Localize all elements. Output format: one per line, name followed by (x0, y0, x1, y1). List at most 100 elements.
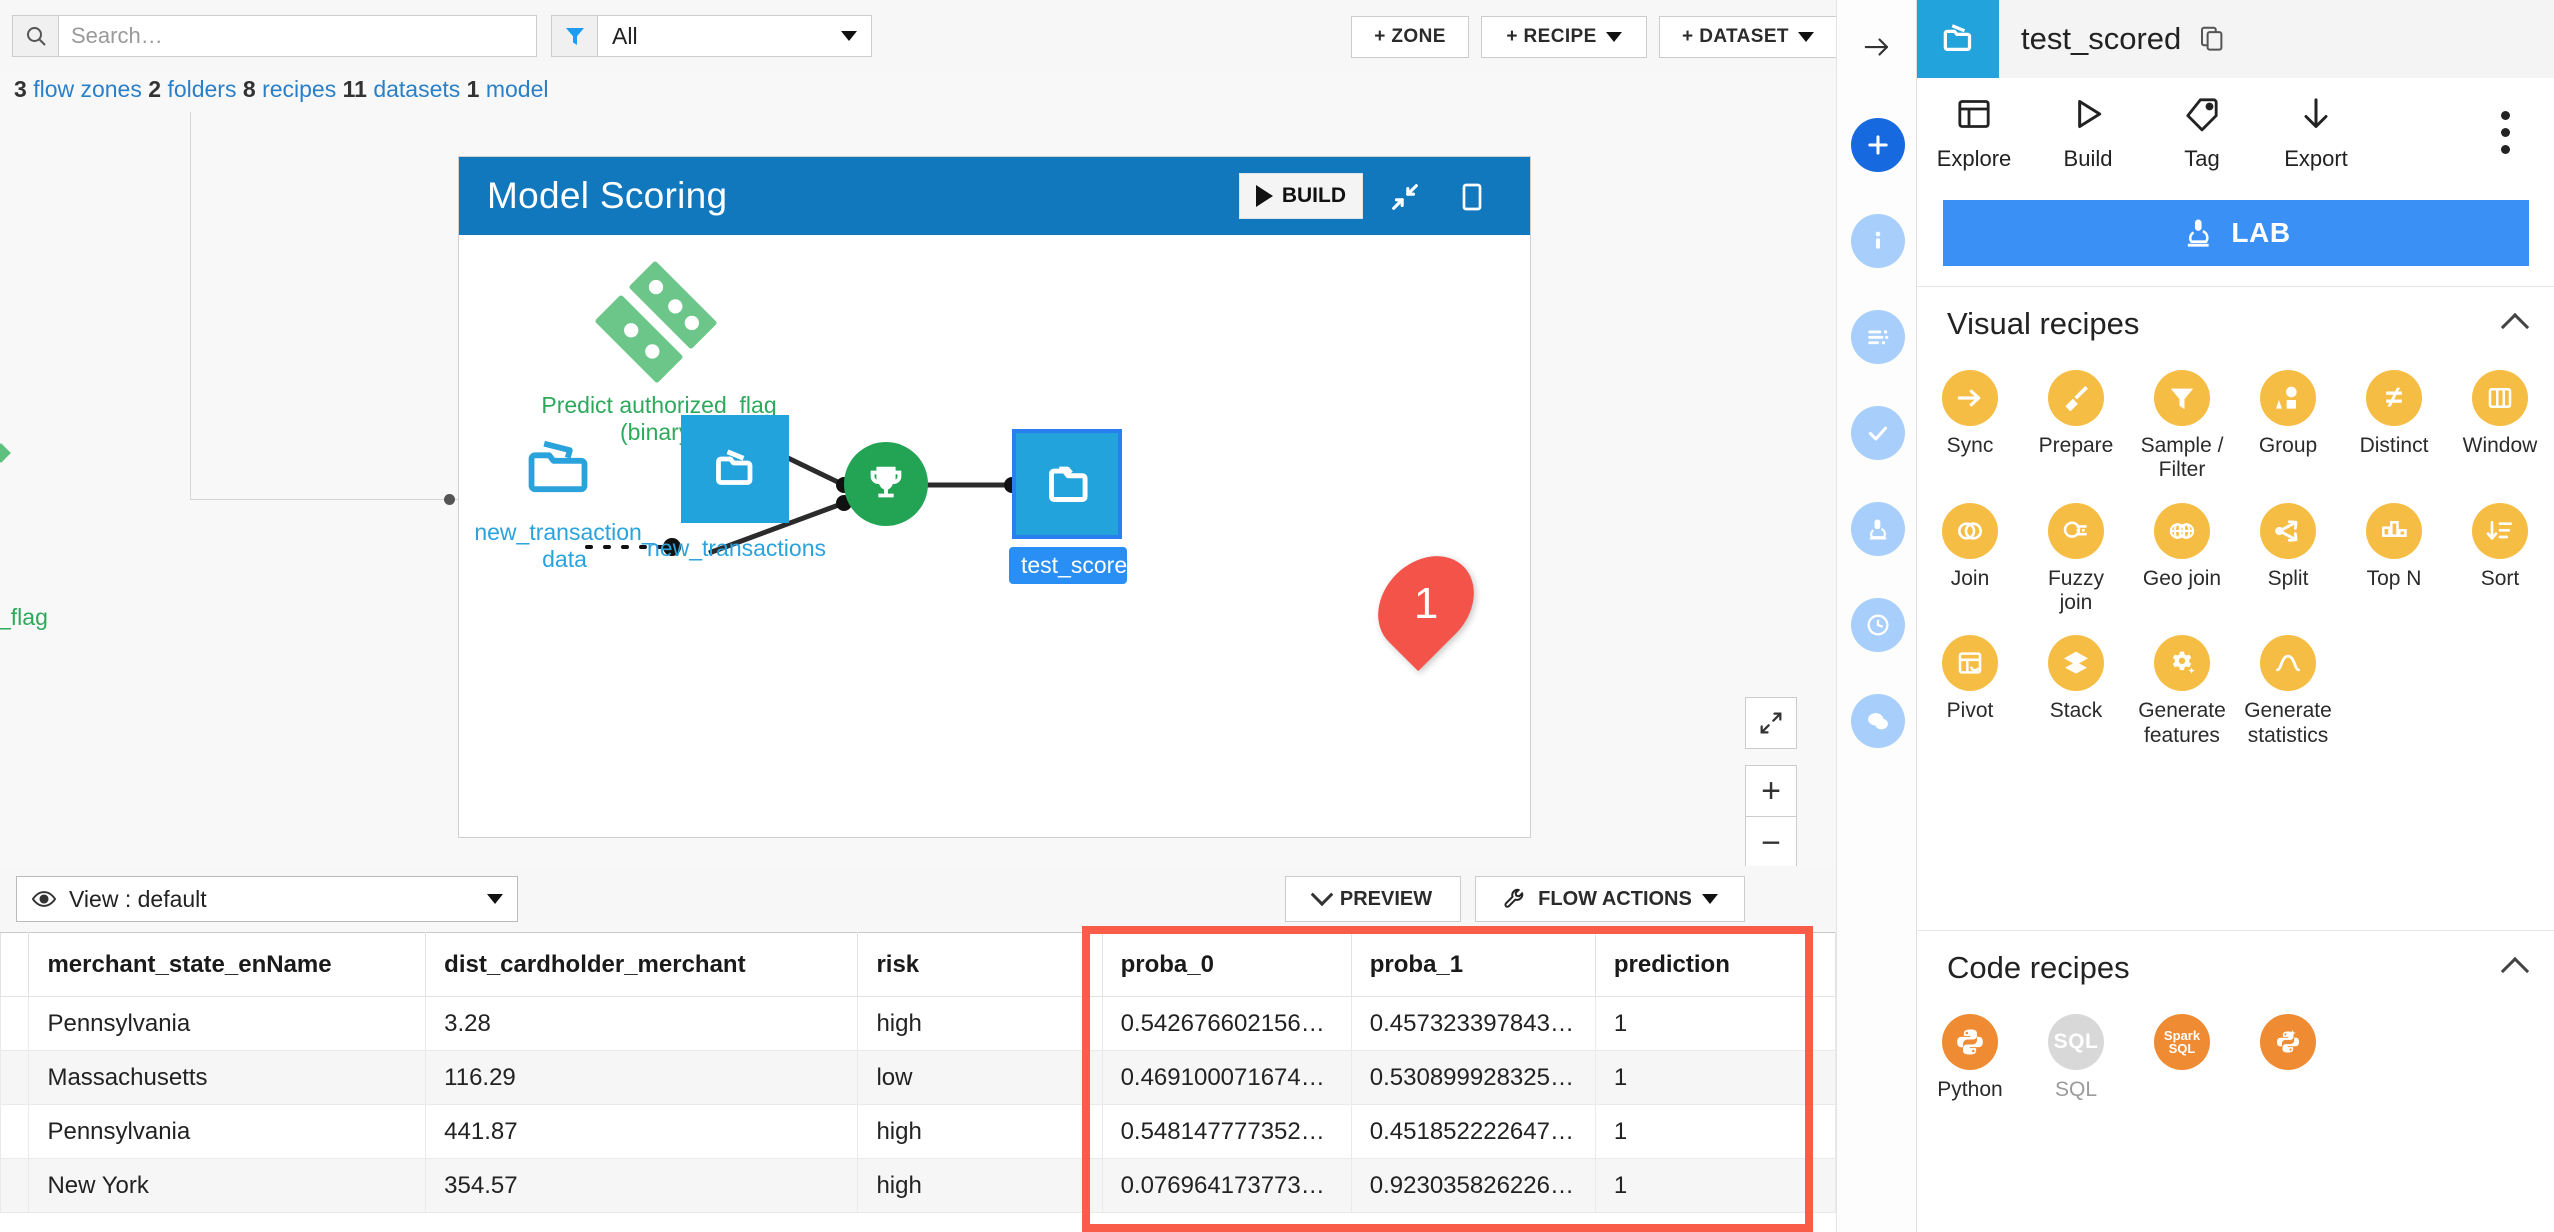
recipe-prepare[interactable]: Prepare (2023, 360, 2129, 483)
table-row[interactable]: Pennsylvania 3.28 high 0.5426766021563… … (0, 996, 1836, 1051)
more-vertical-icon[interactable] (2485, 104, 2525, 160)
model-link[interactable]: model (486, 76, 549, 102)
add-recipe-button[interactable]: + RECIPE (1481, 16, 1647, 58)
add-dataset-button[interactable]: + DATASET (1659, 16, 1837, 58)
table-row[interactable]: New York 354.57 high 0.0769641737732… 0.… (0, 1158, 1836, 1213)
zoom-in-button[interactable]: + (1745, 765, 1797, 817)
filter-dropdown[interactable]: All (551, 15, 872, 57)
recipe-sync[interactable]: Sync (1917, 360, 2023, 483)
rail-discussions-icon[interactable] (1851, 694, 1905, 748)
recipe-distinct[interactable]: ≠ Distinct (2341, 360, 2447, 483)
recipes-link[interactable]: recipes (262, 76, 336, 102)
recipe-sort[interactable]: Sort (2447, 493, 2553, 616)
recipe-stack[interactable]: Stack (2023, 625, 2129, 748)
datasets-link[interactable]: datasets (373, 76, 460, 102)
zoom-out-label: − (1761, 823, 1781, 862)
view-select[interactable]: View : default (16, 876, 518, 922)
table-cell: high (857, 1158, 1103, 1213)
recipe-label: Top N (2366, 566, 2422, 590)
column-header[interactable]: proba_0 (1101, 932, 1352, 997)
recipe-python[interactable]: Python (1917, 1004, 2023, 1102)
table-row[interactable]: Massachusetts 116.29 low 0.4691000716747… (0, 1050, 1836, 1105)
collapse-arrows-icon[interactable] (1385, 177, 1425, 217)
folder-dataset-icon (1917, 0, 1999, 78)
score-recipe-node[interactable] (844, 442, 928, 526)
recipe-generate-statistics[interactable]: Generate statistics (2235, 625, 2341, 748)
recipe-top-n[interactable]: Top N (2341, 493, 2447, 616)
folder-node-new-transaction-data[interactable] (509, 419, 619, 519)
recipe-fuzzy-join[interactable]: Fuzzy join (2023, 493, 2129, 616)
recipe-generate-features[interactable]: Generate features (2129, 625, 2235, 748)
recipe-spark-sql[interactable]: Spark SQL (2129, 1004, 2235, 1102)
dataset-preview-table[interactable]: merchant_state_enName dist_cardholder_me… (0, 932, 1836, 1232)
recipe-label: Prepare (2038, 434, 2114, 457)
recipe-group[interactable]: Group (2235, 360, 2341, 483)
zoom-out-button[interactable]: − (1745, 817, 1797, 869)
fit-screen-icon[interactable] (1745, 697, 1797, 749)
recipe-pivot[interactable]: Pivot (1917, 625, 2023, 748)
recipe-window[interactable]: Window (2447, 360, 2553, 483)
chevron-down-icon (1797, 32, 1814, 42)
column-header[interactable]: merchant_state_enName (28, 932, 427, 997)
table-header-row: merchant_state_enName dist_cardholder_me… (0, 932, 1836, 997)
view-select-label: View : default (69, 885, 207, 912)
rail-plus-icon[interactable] (1851, 118, 1905, 172)
model-node-predict-authorized-flag[interactable] (591, 257, 721, 387)
recipe-pyspark[interactable] (2235, 1004, 2341, 1102)
chevron-up-icon[interactable] (2500, 956, 2530, 986)
add-zone-label: + ZONE (1374, 26, 1446, 47)
flow-zones-link[interactable]: flow zones (33, 76, 142, 102)
filter-value: All (612, 22, 638, 49)
flow-zone-model-scoring[interactable]: Model Scoring BUILD Predict authorized_f… (458, 156, 1531, 838)
zone-build-button[interactable]: BUILD (1238, 173, 1363, 219)
recipe-sample-filter[interactable]: Sample / Filter (2129, 360, 2235, 483)
explore-button[interactable]: Explore (1917, 94, 2031, 172)
search-box[interactable] (12, 15, 537, 57)
folders-link[interactable]: folders (167, 76, 236, 102)
column-header[interactable]: proba_1 (1350, 932, 1596, 997)
venn-circles-icon (1942, 502, 1998, 559)
recipe-sql[interactable]: SQL SQL (2023, 1004, 2129, 1102)
rail-info-icon[interactable] (1851, 214, 1905, 268)
flow-zone-title: Model Scoring (487, 175, 728, 216)
rail-check-circle-icon[interactable] (1851, 406, 1905, 460)
column-header[interactable]: risk (857, 932, 1103, 997)
build-button[interactable]: Build (2031, 94, 2145, 172)
table-cell: low (857, 1050, 1103, 1105)
flow-canvas[interactable]: _flag Model Scoring BUILD Predict author… (0, 112, 1836, 872)
column-header[interactable]: prediction (1594, 932, 1836, 997)
rail-details-list-icon[interactable] (1851, 310, 1905, 364)
filter-select[interactable]: All (597, 15, 872, 57)
flow-actions-label: FLOW ACTIONS (1538, 887, 1692, 910)
column-header[interactable]: dist_cardholder_merchant (425, 932, 859, 997)
explore-label: Explore (1936, 146, 2012, 171)
recipe-label: Split (2267, 566, 2309, 590)
arrow-right-icon[interactable] (1847, 22, 1907, 72)
flow-actions-button[interactable]: FLOW ACTIONS (1475, 876, 1745, 922)
lab-button[interactable]: LAB (1943, 200, 2529, 266)
export-button[interactable]: Export (2259, 94, 2373, 172)
add-recipe-label: + RECIPE (1506, 26, 1597, 47)
table-row[interactable]: Pennsylvania 441.87 high 0.5481477773522… (0, 1104, 1836, 1159)
recipe-join[interactable]: Join (1917, 493, 2023, 616)
add-zone-button[interactable]: + ZONE (1351, 16, 1469, 58)
copy-icon[interactable] (2197, 24, 2227, 54)
funnel-icon[interactable] (551, 15, 597, 57)
code-recipes-grid: Python SQL SQL Spark SQL (1917, 1004, 2554, 1112)
zone-build-label: BUILD (1281, 184, 1346, 207)
preview-button[interactable]: PREVIEW (1285, 876, 1461, 922)
flow-zone-header: Model Scoring BUILD (459, 157, 1530, 235)
recipe-geo-join[interactable]: Geo join (2129, 493, 2235, 616)
rail-history-clock-icon[interactable] (1851, 598, 1905, 652)
visual-recipes-section-header[interactable]: Visual recipes (1917, 286, 2554, 360)
maximize-icon[interactable] (1452, 177, 1492, 217)
dataset-node-test-scored[interactable] (1012, 429, 1122, 539)
search-icon[interactable] (12, 15, 58, 57)
rail-lab-microscope-icon[interactable] (1851, 502, 1905, 556)
tag-button[interactable]: Tag (2145, 94, 2259, 172)
dataset-node-new-transactions[interactable] (681, 415, 789, 523)
search-input[interactable] (58, 15, 537, 57)
code-recipes-section-header[interactable]: Code recipes (1917, 930, 2554, 1004)
chevron-up-icon[interactable] (2500, 312, 2530, 342)
recipe-split[interactable]: Split (2235, 493, 2341, 616)
